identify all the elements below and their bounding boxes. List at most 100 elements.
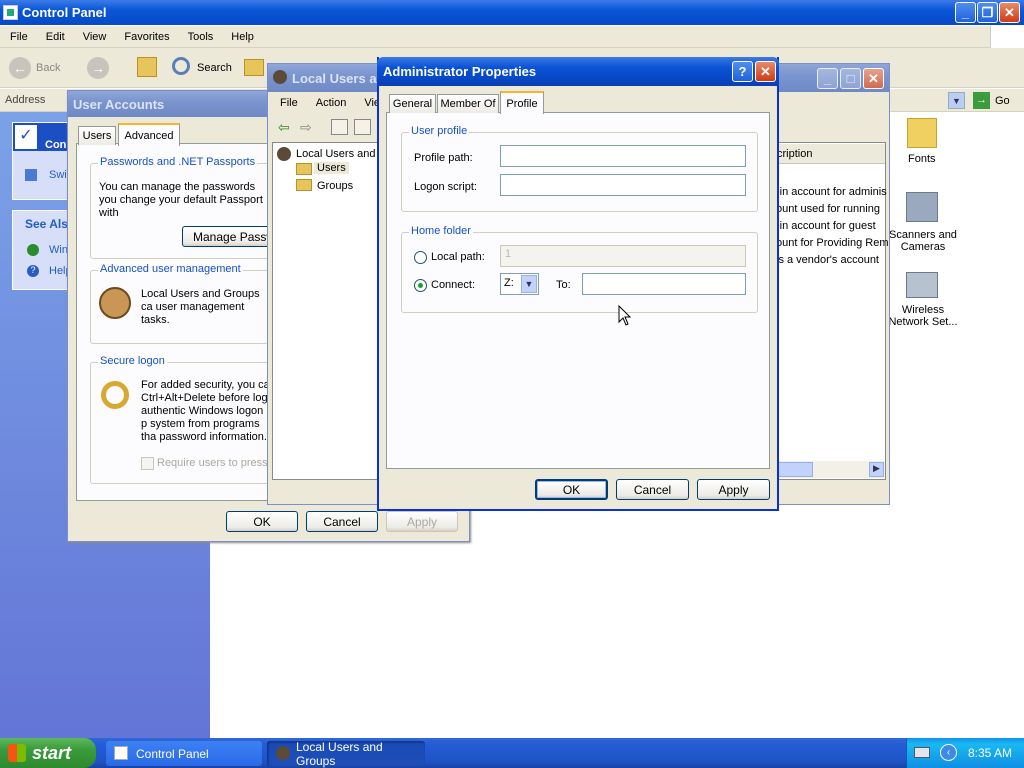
drive-letter-select[interactable]: Z: ▼ [500,273,539,295]
chevron-down-icon[interactable]: ▼ [521,275,537,293]
restore-button[interactable]: ❐ [977,2,998,23]
tab-advanced[interactable]: Advanced [118,123,180,146]
tree-root-icon [277,147,291,161]
wireless-label[interactable]: Wireless Network Set... [886,304,960,328]
to-path-input[interactable] [582,273,746,295]
table-row[interactable]: is a vendor's account [776,254,879,266]
tab-profile[interactable]: Profile [500,91,544,114]
up-folder-icon[interactable] [137,57,157,77]
start-button[interactable]: start [0,738,96,768]
ua-apply-button[interactable]: Apply [386,511,458,532]
dialog-help-button[interactable]: ? [732,61,753,82]
ua-apply-label: Apply [406,514,438,529]
scanners-icon[interactable] [906,192,938,222]
table-row[interactable]: ount used for running [776,203,880,215]
minimize-button[interactable]: _ [955,2,976,23]
lusrmgr-back-icon[interactable]: ⇦ [278,119,290,136]
scanners-label[interactable]: Scanners and Cameras [888,229,958,253]
search-icon[interactable] [172,57,190,75]
close-button[interactable]: ✕ [999,2,1020,23]
logon-script-input[interactable] [500,174,746,196]
pane-item-swi[interactable]: Swi [49,169,67,181]
fonts-icon[interactable] [907,118,937,148]
users-folder-icon [296,163,312,175]
menu-tools[interactable]: Tools [188,31,214,43]
lusrmgr-menubar: FileActionView [280,97,388,109]
see-also-item-win[interactable]: Win [49,244,68,256]
lusrmgr-menu-file[interactable]: File [280,97,298,109]
menu-help[interactable]: Help [231,31,254,43]
menu-edit[interactable]: Edit [46,31,65,43]
tab-users[interactable]: Users [78,126,116,145]
dialog-apply-button[interactable]: Apply [697,479,770,500]
search-label[interactable]: Search [197,62,232,74]
passwords-group-label: Passwords and .NET Passports [98,156,258,168]
tab-users-label: Users [82,130,112,142]
user-profile-group-label: User profile [409,125,470,137]
menu-favorites[interactable]: Favorites [124,31,169,43]
dialog-ok-button[interactable]: OK [535,479,608,500]
lusrmgr-show-tree-icon[interactable] [354,119,371,135]
home-folder-group: Home folder Local path: 1 Connect: Z: ▼ … [401,225,758,313]
connect-radio[interactable] [414,279,427,292]
description-column-header[interactable]: cription [773,144,885,164]
table-row[interactable]: -in account for adminis [776,186,887,198]
ua-cancel-button[interactable]: Cancel [306,511,378,532]
local-path-input[interactable]: 1 [500,245,746,267]
dialog-cancel-button[interactable]: Cancel [616,479,689,500]
back-label[interactable]: Back [36,62,60,74]
tab-member-of[interactable]: Member Of [437,94,499,113]
tree-groups[interactable]: Groups [317,180,353,192]
lusrmgr-up-icon[interactable] [331,119,348,135]
lusrmgr-close-button[interactable]: ✕ [863,68,884,89]
lusrmgr-minimize-button[interactable]: _ [817,68,838,89]
connect-label[interactable]: Connect: [431,279,475,291]
window-title: Control Panel [22,5,107,20]
tree-users[interactable]: Users [314,162,349,174]
lusrmgr-maximize-button[interactable]: □ [840,68,861,89]
folders-icon[interactable] [244,59,264,76]
control-panel-app-icon [3,5,18,20]
forward-icon[interactable]: → [87,57,109,79]
go-button[interactable]: Go [995,95,1010,107]
tree-pane [272,142,382,480]
go-arrow-icon[interactable]: → [973,92,990,109]
taskbar-item-local-users[interactable]: Local Users and Groups [267,740,425,768]
back-icon[interactable]: ← [9,57,31,79]
profile-path-input[interactable] [500,145,746,167]
tray-arrow-icon[interactable]: ‹ [940,744,957,761]
local-path-label[interactable]: Local path: [431,251,485,263]
administrator-properties-dialog: Administrator Properties ? ✕ General Mem… [377,57,779,511]
dialog-close-button[interactable]: ✕ [755,61,776,82]
menu-view[interactable]: View [83,31,107,43]
ua-ok-button[interactable]: OK [226,511,298,532]
menu-file[interactable]: File [10,31,28,43]
fonts-label[interactable]: Fonts [908,153,936,165]
local-path-radio[interactable] [414,251,427,264]
tab-general[interactable]: General [389,94,436,113]
lusrmgr-forward-icon[interactable]: ⇨ [300,119,312,136]
switch-icon [25,169,37,181]
horizontal-scrollbar[interactable]: ▶ [773,461,885,478]
table-row[interactable]: ount for Providing Rem [776,237,889,249]
pane-item-con[interactable]: Con [45,139,66,151]
advanced-group-label: Advanced user management [98,263,243,275]
local-path-value: 1 [505,248,512,260]
users-admin-icon [99,287,131,319]
ua-ok-label: OK [253,514,271,529]
require-ctrl-alt-del-label: Require users to press [157,457,268,469]
tree-root[interactable]: Local Users and [296,148,376,160]
require-ctrl-alt-del-checkbox[interactable] [141,457,154,470]
address-dropdown-button[interactable]: ▼ [948,92,965,109]
scrollbar-thumb[interactable] [773,462,813,477]
dialog-cancel-label: Cancel [633,482,672,497]
keyboard-icon[interactable] [914,747,930,758]
wireless-icon[interactable] [906,272,938,298]
windows-flag-logo [990,26,1024,48]
taskbar-item-control-panel[interactable]: Control Panel [106,741,262,766]
lusrmgr-menu-action[interactable]: Action [316,97,347,109]
help-icon: ? [27,265,39,277]
table-row[interactable]: -in account for guest [776,220,876,232]
scroll-right-arrow-icon[interactable]: ▶ [869,462,884,477]
secure-logon-text: For added security, you ca Ctrl+Alt+Dele… [141,379,270,443]
